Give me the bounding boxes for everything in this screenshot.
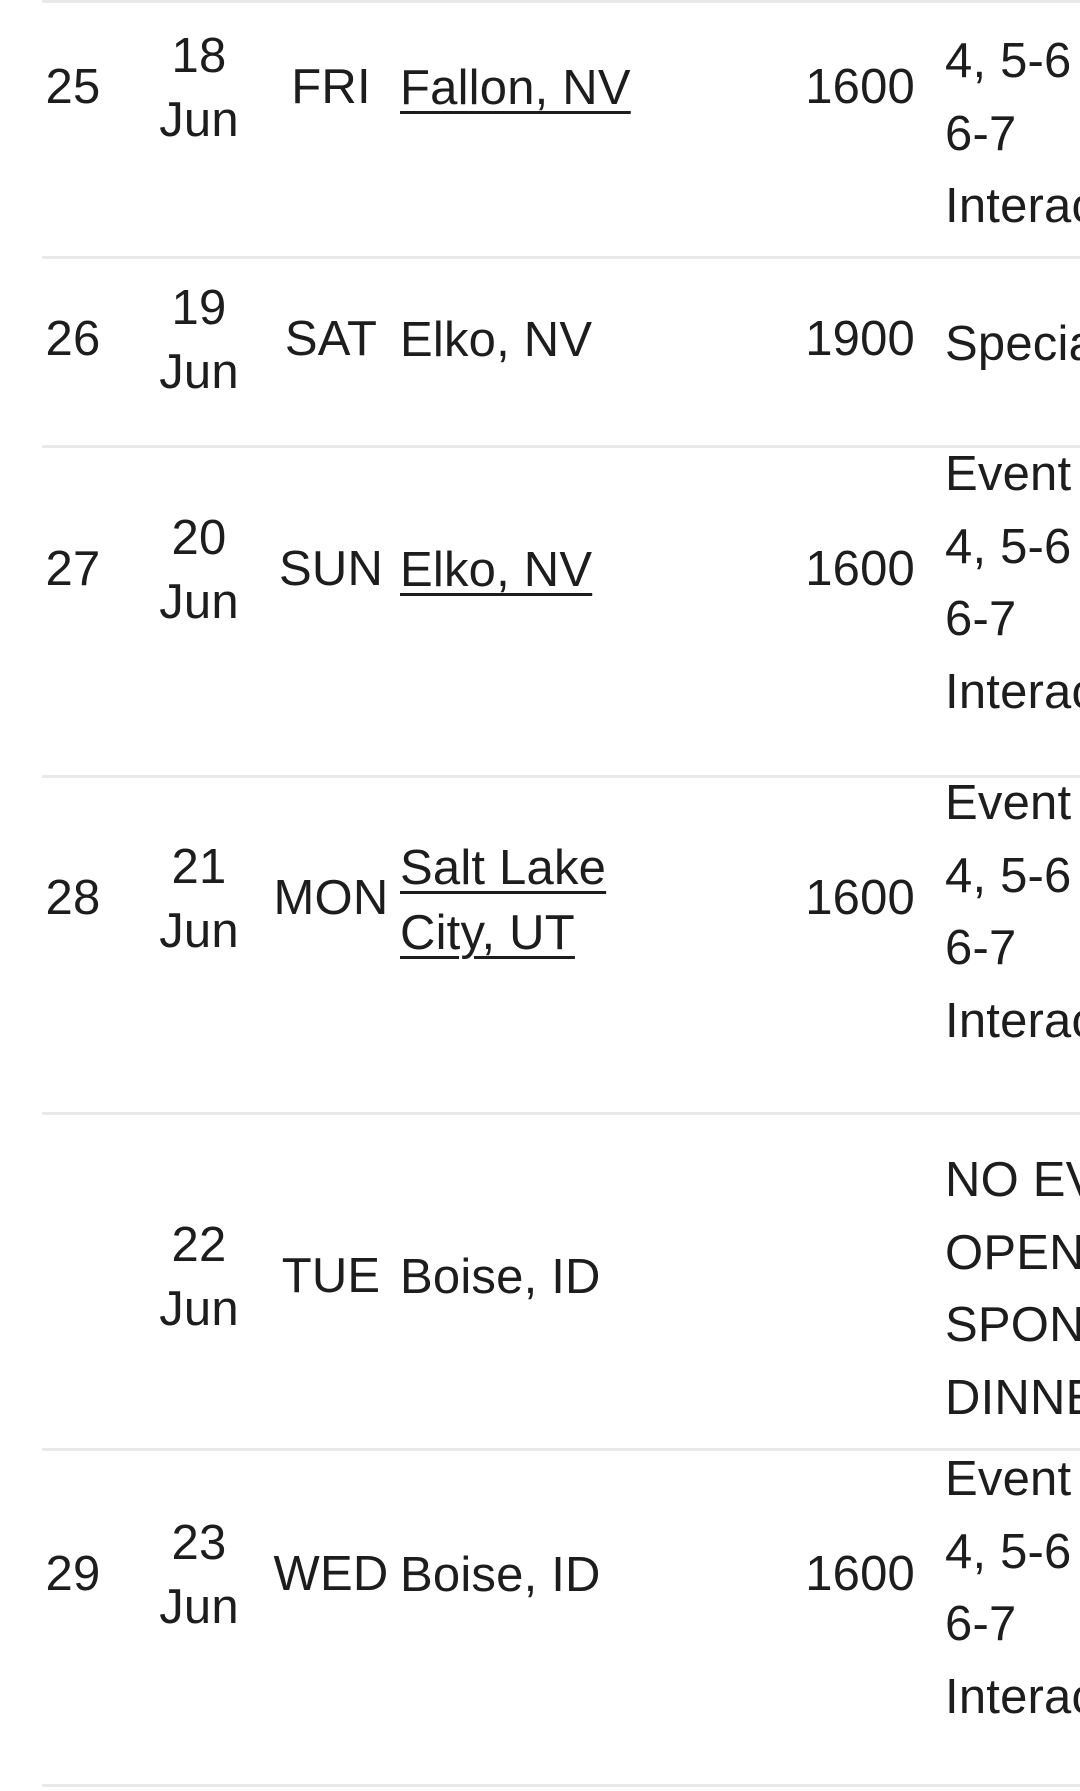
row-divider <box>42 1784 1080 1787</box>
row-details: Event C 4, 5-6 6-7 Interac <box>945 447 1080 719</box>
row-details: 4, 5-6 6-7 Interac <box>945 34 1080 234</box>
table-row[interactable]: 27 20 Jun SUN Elko, NV 1600 Event C 4, 5… <box>0 447 1080 775</box>
row-date: 23 Jun <box>159 1516 239 1634</box>
row-date: 22 Jun <box>159 1218 239 1336</box>
row-weekday: MON <box>273 871 389 925</box>
row-time: 1900 <box>805 312 915 366</box>
row-location[interactable]: Salt Lake City, UT <box>400 836 680 965</box>
row-weekday: SUN <box>278 542 384 596</box>
row-number: 26 <box>45 312 101 366</box>
location-text: Boise, ID <box>400 1250 601 1304</box>
row-details: Event C 4, 5-6 6-7 Interac <box>945 1452 1080 1724</box>
row-details: Event C 4, 5-6 6-7 Interac <box>945 776 1080 1048</box>
row-number: 28 <box>45 871 101 925</box>
row-details: Specia <box>945 317 1080 371</box>
row-date: 19 Jun <box>159 281 239 399</box>
row-number: 29 <box>45 1547 101 1601</box>
location-link[interactable]: Fallon, NV <box>400 61 631 115</box>
location-link[interactable]: Elko, NV <box>400 543 592 597</box>
row-time: 1600 <box>805 871 915 925</box>
row-time: 1600 <box>805 542 915 596</box>
schedule-table: 25 18 Jun FRI Fallon, NV 1600 4, 5-6 6-7… <box>0 0 1080 1791</box>
row-date: 20 Jun <box>159 511 239 629</box>
row-weekday: FRI <box>291 60 371 114</box>
table-row[interactable]: 29 23 Jun WED Boise, ID 1600 Event C 4, … <box>0 1451 1080 1784</box>
row-time: 1600 <box>805 60 915 114</box>
row-number: 27 <box>45 542 101 596</box>
table-row[interactable]: 28 21 Jun MON Salt Lake City, UT 1600 Ev… <box>0 776 1080 1112</box>
location-text: Boise, ID <box>400 1548 601 1602</box>
row-number: 25 <box>45 60 101 114</box>
row-time: 1600 <box>805 1547 915 1601</box>
row-location: Boise, ID <box>400 1245 690 1310</box>
table-row[interactable]: 26 19 Jun SAT Elko, NV 1900 Specia <box>0 259 1080 445</box>
row-location[interactable]: Elko, NV <box>400 538 690 603</box>
row-location[interactable]: Fallon, NV <box>400 56 690 121</box>
row-date: 21 Jun <box>159 840 239 958</box>
table-row[interactable]: 25 18 Jun FRI Fallon, NV 1600 4, 5-6 6-7… <box>0 3 1080 256</box>
table-row[interactable]: 22 Jun TUE Boise, ID NO EV OPEN SPONS DI… <box>0 1115 1080 1448</box>
row-details: NO EV OPEN SPONS DINNE <box>945 1153 1080 1425</box>
row-weekday: SAT <box>284 312 378 366</box>
row-weekday: WED <box>273 1547 389 1601</box>
location-link[interactable]: Salt Lake City, UT <box>400 841 606 960</box>
row-date: 18 Jun <box>159 29 239 147</box>
location-text: Elko, NV <box>400 313 593 367</box>
row-weekday: TUE <box>281 1249 381 1303</box>
row-location: Boise, ID <box>400 1543 690 1608</box>
row-location: Elko, NV <box>400 308 690 373</box>
